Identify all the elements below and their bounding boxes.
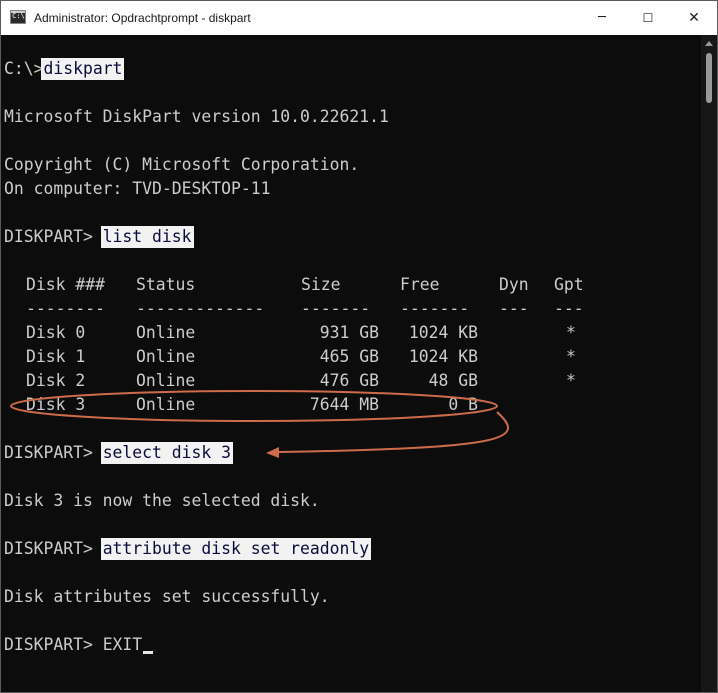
table-separator-row: -------- ------------- ------- ------- -… <box>1 297 701 321</box>
scroll-thumb[interactable] <box>706 53 712 103</box>
minimize-button[interactable]: ─ <box>579 1 625 35</box>
size-cell: 465 GB <box>319 347 379 366</box>
gpt-cell: * <box>566 323 576 342</box>
prompt: DISKPART> <box>4 539 103 558</box>
console-line-attribute: DISKPART> attribute disk set readonly <box>4 537 372 561</box>
console-line-exit: DISKPART> EXIT <box>4 633 154 657</box>
scroll-up-arrow-icon[interactable] <box>705 41 713 46</box>
prompt: C:\> <box>4 59 44 78</box>
vertical-scrollbar[interactable] <box>701 35 717 692</box>
free-cell: 48 GB <box>428 371 478 390</box>
size-cell: 7644 MB <box>309 395 379 414</box>
window-title: Administrator: Opdrachtprompt - diskpart <box>34 11 251 25</box>
free-cell: 1024 KB <box>408 347 478 366</box>
command-diskpart: diskpart <box>41 58 125 80</box>
column-header-size: Size <box>301 275 341 294</box>
prompt: DISKPART> <box>4 635 103 654</box>
copyright-line: Copyright (C) Microsoft Corporation. <box>4 155 360 174</box>
table-row: Disk 2 Online 476 GB 48 GB * <box>1 369 701 393</box>
size-cell: 476 GB <box>319 371 379 390</box>
terminal-icon[interactable]: C:\ <box>10 10 26 24</box>
free-cell: 1024 KB <box>408 323 478 342</box>
column-header-free: Free <box>400 275 440 294</box>
table-row-disk-3: Disk 3 Online 7644 MB 0 B <box>1 393 701 417</box>
status-cell: Online <box>136 323 196 342</box>
column-header-gpt: Gpt <box>554 275 584 294</box>
text-cursor <box>143 651 154 654</box>
command-list-disk: list disk <box>100 226 194 248</box>
table-row: Disk 0 Online 931 GB 1024 KB * <box>1 321 701 345</box>
column-header-status: Status <box>136 275 196 294</box>
column-header-disk: Disk ### <box>26 275 105 294</box>
separator-disk: -------- <box>26 299 105 318</box>
command-select-disk: select disk 3 <box>100 442 233 464</box>
disk-cell: Disk 1 <box>26 347 86 366</box>
select-result-line: Disk 3 is now the selected disk. <box>4 491 320 510</box>
separator-free: ------- <box>400 299 470 318</box>
close-button[interactable]: ✕ <box>671 1 717 35</box>
console-line-select-disk: DISKPART> select disk 3 <box>4 441 233 465</box>
status-cell: Online <box>136 371 196 390</box>
computer-line: On computer: TVD-DESKTOP-11 <box>4 179 271 198</box>
console-output[interactable]: C:\>diskpart Microsoft DiskPart version … <box>1 35 701 692</box>
maximize-button[interactable]: ☐ <box>625 1 671 35</box>
disk-cell: Disk 3 <box>26 395 86 414</box>
gpt-cell: * <box>566 347 576 366</box>
command-attribute-readonly: attribute disk set readonly <box>100 538 372 560</box>
separator-status: ------------- <box>136 299 265 318</box>
prompt: DISKPART> <box>4 443 103 462</box>
table-header-row: Disk ### Status Size Free Dyn Gpt <box>1 273 701 297</box>
separator-size: ------- <box>301 299 371 318</box>
prompt: DISKPART> <box>4 227 103 246</box>
size-cell: 931 GB <box>319 323 379 342</box>
gpt-cell: * <box>566 371 576 390</box>
column-header-dyn: Dyn <box>499 275 529 294</box>
attribute-result-line: Disk attributes set successfully. <box>4 587 330 606</box>
separator-dyn: --- <box>499 299 529 318</box>
disk-cell: Disk 0 <box>26 323 86 342</box>
disk-cell: Disk 2 <box>26 371 86 390</box>
command-exit: EXIT <box>102 635 143 654</box>
status-cell: Online <box>136 395 196 414</box>
version-line: Microsoft DiskPart version 10.0.22621.1 <box>4 107 389 126</box>
table-row: Disk 1 Online 465 GB 1024 KB * <box>1 345 701 369</box>
free-cell: 0 B <box>448 395 478 414</box>
separator-gpt: --- <box>554 299 584 318</box>
status-cell: Online <box>136 347 196 366</box>
title-bar[interactable]: C:\ Administrator: Opdrachtprompt - disk… <box>1 1 717 35</box>
console-line-list-disk: DISKPART> list disk <box>4 225 194 249</box>
console-line-prompt: C:\>diskpart <box>4 57 125 81</box>
command-prompt-window: C:\ Administrator: Opdrachtprompt - disk… <box>0 0 718 693</box>
